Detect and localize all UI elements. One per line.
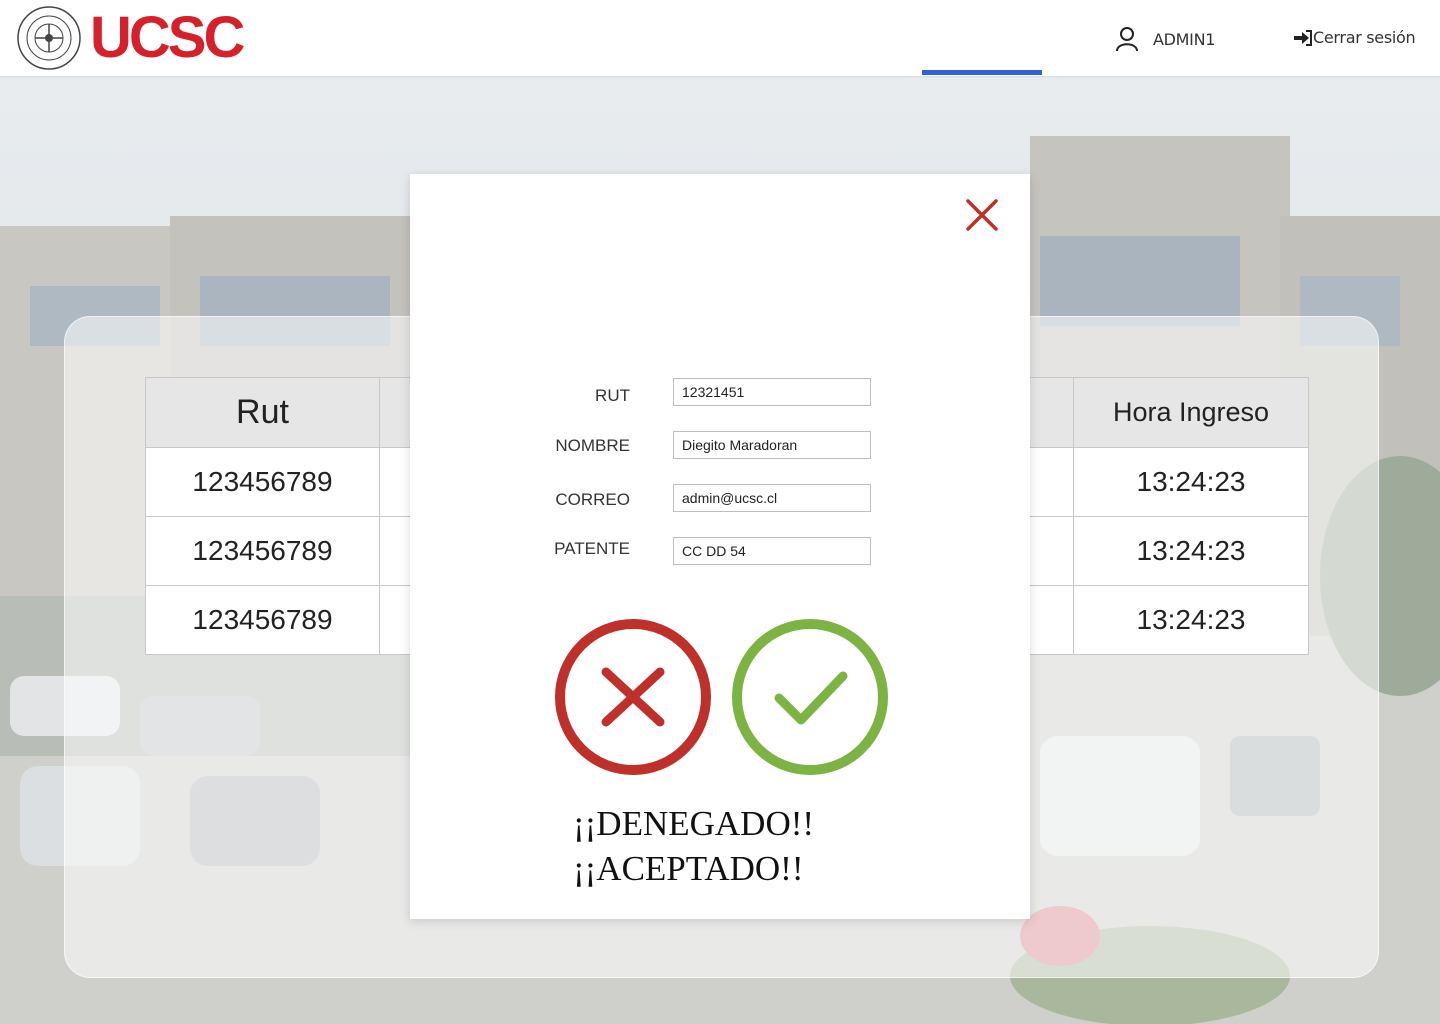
accept-check-icon xyxy=(774,671,848,725)
nombre-field[interactable] xyxy=(673,431,871,459)
logout-label: Cerrar sesión xyxy=(1313,28,1416,47)
cell-rut: 123456789 xyxy=(145,585,380,655)
correo-field[interactable] xyxy=(673,484,871,512)
user-menu[interactable]: ADMIN1 xyxy=(1114,26,1215,52)
patente-field[interactable] xyxy=(673,537,871,565)
denied-status-text: ¡¡DENEGADO!! xyxy=(573,804,815,843)
column-header-hora-ingreso: Hora Ingreso xyxy=(1073,377,1309,448)
user-icon xyxy=(1116,27,1138,52)
active-nav-indicator xyxy=(922,70,1042,75)
nombre-label: NOMBRE xyxy=(555,436,630,455)
access-verification-modal: RUT NOMBRE CORREO PATENTE ¡¡DENEGADO!! ¡… xyxy=(410,174,1030,919)
logout-icon xyxy=(1294,29,1312,46)
accept-button[interactable] xyxy=(731,618,889,776)
cell-hora: 13:24:23 xyxy=(1073,516,1309,586)
cell-hora: 13:24:23 xyxy=(1073,585,1309,655)
logout-button[interactable]: Cerrar sesión xyxy=(1293,28,1416,47)
brand-logo: UCSC xyxy=(90,5,245,70)
close-icon[interactable] xyxy=(965,198,999,232)
top-navbar: UCSC ADMIN1 Cerrar sesión xyxy=(0,0,1440,76)
deny-x-icon xyxy=(601,667,665,727)
correo-label: CORREO xyxy=(555,490,630,509)
cell-rut: 123456789 xyxy=(145,447,380,517)
accepted-status-text: ¡¡ACEPTADO!! xyxy=(573,849,804,888)
deny-button[interactable] xyxy=(554,618,712,776)
rut-field[interactable] xyxy=(673,378,871,406)
rut-label: RUT xyxy=(595,386,630,405)
cell-rut: 123456789 xyxy=(145,516,380,586)
user-name: ADMIN1 xyxy=(1153,29,1216,49)
cell-hora: 13:24:23 xyxy=(1073,447,1309,517)
column-header-rut: Rut xyxy=(145,377,380,448)
university-seal-logo xyxy=(17,6,81,70)
patente-label: PATENTE xyxy=(554,539,630,558)
